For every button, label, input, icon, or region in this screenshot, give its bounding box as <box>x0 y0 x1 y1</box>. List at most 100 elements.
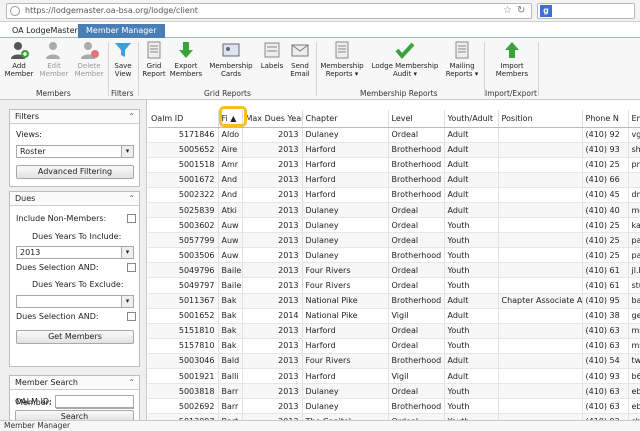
export-members-button[interactable]: Export Members <box>169 40 203 78</box>
member-search-panel-header[interactable]: Member Search ⌃ <box>10 376 139 390</box>
table-row[interactable]: 5049796 Baile 2013 Four Rivers Ordeal Youth (4… <box>148 262 640 279</box>
ribbon-divider <box>108 42 109 96</box>
table-row[interactable]: 5001652 Bak 2014 National Pike Vigil Adult (41… <box>148 308 640 324</box>
column-header-max-dues-year[interactable]: Max Dues Year <box>242 110 303 128</box>
table-cell <box>498 217 583 234</box>
membership-reports-button[interactable]: Membership Reports ▾ <box>318 40 366 78</box>
table-cell: (410) 38 <box>582 308 629 324</box>
table-cell: Harford <box>302 187 389 203</box>
url-field[interactable]: https://lodgemaster.oa-bsa.org/lodge/cli… <box>6 3 532 19</box>
table-cell: Dulaney <box>302 127 389 143</box>
table-row[interactable]: 5011367 Bak 2013 National Pike Brotherhood Ad… <box>148 293 640 309</box>
table-row[interactable]: 5002692 Barr 2013 Dulaney Brotherhood Youth (4… <box>148 398 640 415</box>
dues-years-include-label: Dues Years To Include: <box>32 232 122 241</box>
table-cell: Barr <box>218 398 243 415</box>
table-row[interactable]: 5171846 Aldo 2013 Dulaney Ordeal Adult (410) 9… <box>148 127 640 143</box>
lodge-membership-audit-button[interactable]: Lodge Membership Audit ▾ <box>369 40 441 78</box>
include-non-members-checkbox[interactable] <box>127 214 136 223</box>
table-cell: Auw <box>218 217 243 234</box>
table-row[interactable]: 5157810 Bak 2013 Harford Ordeal Youth (410) 63… <box>148 338 640 354</box>
save-view-label: Save View <box>114 62 132 78</box>
mailing-reports-button[interactable]: Mailing Reports ▾ <box>443 40 481 78</box>
collapse-chevron-icon[interactable]: ⌃ <box>128 192 135 206</box>
table-row[interactable]: 5001518 Amr 2013 Harford Brotherhood Adult (41… <box>148 157 640 173</box>
table-row[interactable]: 5151810 Bak 2013 Harford Ordeal Youth (410) 63… <box>148 323 640 339</box>
dues-selection-and-checkbox-2[interactable] <box>127 312 136 321</box>
table-cell: Harford <box>302 338 389 354</box>
dues-panel-header[interactable]: Dues ⌃ <box>10 192 139 206</box>
table-cell <box>498 247 583 264</box>
tab-oa-lodgemaster[interactable]: OA LodgeMaster <box>4 24 86 38</box>
column-header-chapter[interactable]: Chapter <box>302 110 389 128</box>
column-header-position[interactable]: Position <box>498 110 583 128</box>
labels-icon <box>264 42 280 58</box>
collapse-chevron-icon[interactable]: ⌃ <box>128 110 135 124</box>
collapse-chevron-icon[interactable]: ⌃ <box>128 376 135 390</box>
get-members-button[interactable]: Get Members <box>16 330 134 344</box>
column-header-email[interactable]: Ema <box>628 110 640 128</box>
tab-member-manager[interactable]: Member Manager <box>78 24 165 38</box>
upload-arrow-icon <box>505 42 519 58</box>
table-cell: 5001518 <box>148 157 219 173</box>
table-cell: Adult <box>444 187 499 203</box>
edit-member-button[interactable]: Edit Member <box>38 40 70 78</box>
bottom-bar: Member Manager <box>0 420 640 431</box>
table-cell: Adult <box>444 172 499 188</box>
table-cell: 2013 <box>242 232 303 249</box>
send-email-label: Send Email <box>290 62 310 78</box>
table-row[interactable]: 5005652 Aire 2013 Harford Brotherhood Adult (4… <box>148 142 640 158</box>
refresh-icon[interactable]: ↻ <box>517 5 525 16</box>
table-cell: (410) 63 <box>582 323 629 339</box>
include-non-members-label: Include Non-Members: <box>16 214 107 223</box>
table-cell <box>498 368 583 385</box>
table-row[interactable]: 5049797 Baile 2013 Four Rivers Ordeal Youth (4… <box>148 277 640 294</box>
table-cell: 2013 <box>242 187 303 203</box>
table-row[interactable]: 5003602 Auw 2013 Dulaney Ordeal Youth (410) 25… <box>148 217 640 234</box>
table-cell: Youth <box>444 383 499 400</box>
column-header-oalm-id[interactable]: Oalm ID <box>148 110 219 128</box>
table-row[interactable]: 5001672 And 2013 Harford Brotherhood Adult (41… <box>148 172 640 188</box>
search-field[interactable]: g <box>537 3 635 19</box>
column-header-level[interactable]: Level <box>388 110 445 128</box>
table-cell: Adult <box>444 368 499 385</box>
grid-report-button[interactable]: Grid Report <box>141 40 167 78</box>
membership-cards-button[interactable]: Membership Cards <box>206 40 256 78</box>
table-cell: Adult <box>444 293 499 309</box>
column-header-phone[interactable]: Phone N <box>582 110 629 128</box>
table-cell <box>628 172 640 188</box>
table-row[interactable]: 5003506 Auw 2013 Dulaney Brotherhood Youth (41… <box>148 247 640 264</box>
send-email-button[interactable]: Send Email <box>287 40 313 78</box>
save-view-button[interactable]: Save View <box>111 40 135 78</box>
import-members-button[interactable]: Import Members <box>492 40 532 78</box>
bottom-tab-member-manager[interactable]: Member Manager <box>4 421 70 431</box>
table-cell: Brotherhood <box>388 172 445 188</box>
table-row[interactable]: 5003046 Bald 2013 Four Rivers Brotherhood Adu… <box>148 353 640 370</box>
column-header-youth-adult[interactable]: Youth/Adult <box>444 110 499 128</box>
advanced-filtering-button[interactable]: Advanced Filtering <box>16 165 134 179</box>
table-cell: (410) 25 <box>582 247 629 264</box>
oalm-id-field[interactable] <box>55 395 134 408</box>
dues-selection-and-checkbox[interactable] <box>127 263 136 272</box>
table-cell: Youth <box>444 338 499 354</box>
views-select[interactable]: Roster ▾ <box>16 145 134 158</box>
checkmark-icon <box>395 42 415 60</box>
delete-member-button[interactable]: Delete Member <box>73 40 105 78</box>
table-cell: 2013 <box>242 293 303 309</box>
table-cell: vga <box>628 127 640 143</box>
table-cell: Balli <box>218 368 243 385</box>
table-cell <box>498 277 583 294</box>
labels-button[interactable]: Labels <box>259 40 285 70</box>
add-member-button[interactable]: Add Member <box>3 40 35 78</box>
table-row[interactable]: 5003818 Barr 2013 Dulaney Ordeal Youth (410) 6… <box>148 383 640 400</box>
table-row[interactable]: 5001921 Balli 2013 Harford Vigil Adult (410) 9… <box>148 368 640 385</box>
table-cell: 2013 <box>242 172 303 188</box>
import-members-label: Import Members <box>495 62 529 78</box>
table-row[interactable]: 5025839 Atki 2013 Dulaney Ordeal Adult (410) 4… <box>148 202 640 219</box>
filters-panel-header[interactable]: Filters ⌃ <box>10 110 139 124</box>
dues-years-include-select[interactable]: 2013 ▾ <box>16 246 134 259</box>
table-cell: (410) 25 <box>582 157 629 173</box>
table-row[interactable]: 5002322 And 2013 Harford Brotherhood Adult (41… <box>148 187 640 203</box>
bookmark-star-icon[interactable]: ☆ <box>503 5 512 16</box>
table-row[interactable]: 5057799 Auw 2013 Dulaney Ordeal Youth (410) 25… <box>148 232 640 249</box>
dues-years-exclude-select[interactable]: ▾ <box>16 295 134 308</box>
